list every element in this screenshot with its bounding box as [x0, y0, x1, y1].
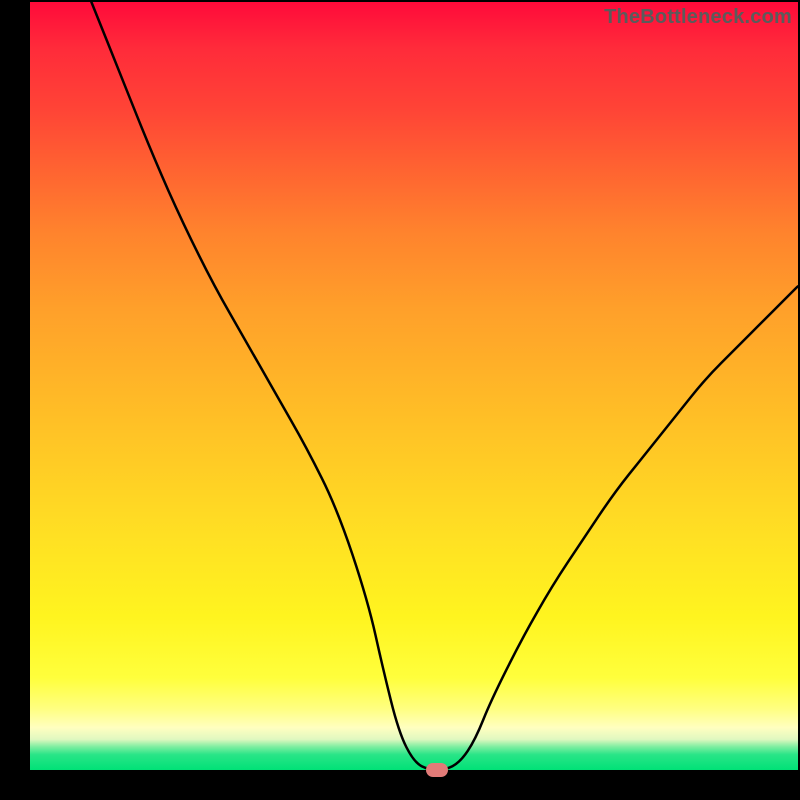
chart-frame: TheBottleneck.com: [0, 0, 800, 800]
plot-area: TheBottleneck.com: [30, 2, 798, 770]
bottleneck-curve: [30, 2, 798, 770]
optimal-point-marker: [426, 763, 448, 777]
